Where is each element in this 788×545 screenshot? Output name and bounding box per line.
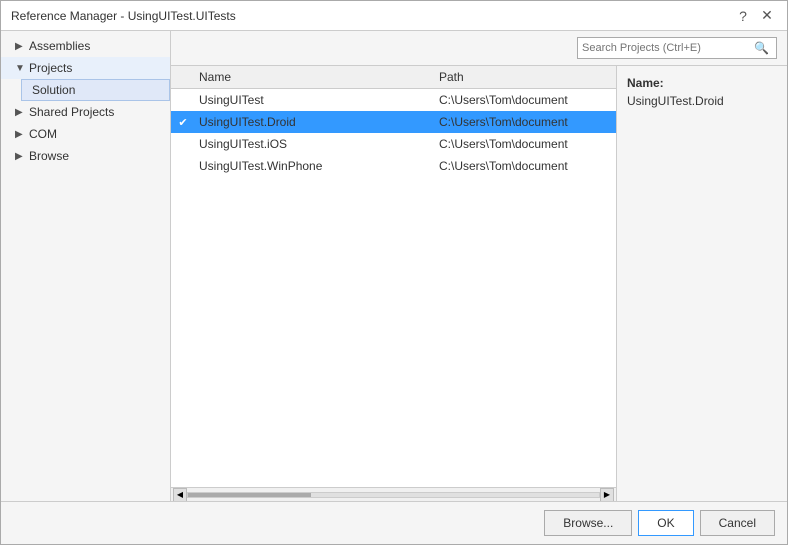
row-name-2: UsingUITest.iOS bbox=[195, 137, 435, 151]
row-name-0: UsingUITest bbox=[195, 93, 435, 107]
title-buttons: ? ✕ bbox=[733, 6, 777, 26]
sidebar-item-com[interactable]: ▶ COM bbox=[1, 123, 170, 145]
col-path-header: Path bbox=[435, 70, 616, 84]
close-button[interactable]: ✕ bbox=[757, 6, 777, 26]
name-detail-panel: Name: UsingUITest.Droid bbox=[617, 66, 787, 501]
shared-projects-arrow: ▶ bbox=[15, 107, 25, 118]
scroll-left-button[interactable]: ◀ bbox=[173, 488, 187, 502]
row-path-0: C:\Users\Tom\document bbox=[435, 93, 616, 107]
com-label: COM bbox=[29, 127, 57, 141]
row-path-1: C:\Users\Tom\document bbox=[435, 115, 616, 129]
ok-button[interactable]: OK bbox=[638, 510, 693, 536]
window-title: Reference Manager - UsingUITest.UITests bbox=[11, 9, 236, 23]
row-name-1: UsingUITest.Droid bbox=[195, 115, 435, 129]
row-check-1[interactable]: ✔ bbox=[171, 116, 195, 129]
main-grid: Name Path UsingUITest C:\Users\Tom\docum… bbox=[171, 66, 787, 501]
detail-label: Name: bbox=[627, 76, 777, 90]
scroll-right-button[interactable]: ▶ bbox=[600, 488, 614, 502]
sidebar-subitems-projects: Solution bbox=[1, 79, 170, 101]
search-icon-button[interactable]: 🔍 bbox=[752, 41, 771, 55]
col-name-header: Name bbox=[195, 70, 435, 84]
sidebar-item-browse[interactable]: ▶ Browse bbox=[1, 145, 170, 167]
sidebar-subitem-solution[interactable]: Solution bbox=[21, 79, 170, 101]
row-name-3: UsingUITest.WinPhone bbox=[195, 159, 435, 173]
row-path-2: C:\Users\Tom\document bbox=[435, 137, 616, 151]
table-row[interactable]: UsingUITest.WinPhone C:\Users\Tom\docume… bbox=[171, 155, 616, 177]
help-button[interactable]: ? bbox=[733, 6, 753, 26]
footer: Browse... OK Cancel bbox=[1, 501, 787, 544]
cancel-button[interactable]: Cancel bbox=[700, 510, 775, 536]
row-path-3: C:\Users\Tom\document bbox=[435, 159, 616, 173]
detail-value: UsingUITest.Droid bbox=[627, 94, 777, 108]
top-bar: 🔍 bbox=[171, 31, 787, 66]
projects-arrow: ▼ bbox=[15, 63, 25, 74]
search-icon: 🔍 bbox=[754, 41, 769, 55]
dialog-window: Reference Manager - UsingUITest.UITests … bbox=[0, 0, 788, 545]
search-box: 🔍 bbox=[577, 37, 777, 59]
scrollbar-thumb[interactable] bbox=[188, 493, 311, 497]
sidebar-item-projects[interactable]: ▼ Projects bbox=[1, 57, 170, 79]
com-arrow: ▶ bbox=[15, 129, 25, 140]
table-row[interactable]: ✔ UsingUITest.Droid C:\Users\Tom\documen… bbox=[171, 111, 616, 133]
assemblies-label: Assemblies bbox=[29, 39, 90, 53]
right-panel: 🔍 Name Path Us bbox=[171, 31, 787, 501]
scrollbar-track[interactable] bbox=[187, 492, 600, 498]
browse-button[interactable]: Browse... bbox=[544, 510, 632, 536]
projects-label: Projects bbox=[29, 61, 72, 75]
sidebar: ▶ Assemblies ▼ Projects Solution ▶ Share… bbox=[1, 31, 171, 501]
search-input[interactable] bbox=[582, 42, 752, 54]
table-row[interactable]: UsingUITest.iOS C:\Users\Tom\document bbox=[171, 133, 616, 155]
horizontal-scrollbar: ◀ ▶ bbox=[171, 487, 616, 501]
table-row[interactable]: UsingUITest C:\Users\Tom\document bbox=[171, 89, 616, 111]
browse-arrow: ▶ bbox=[15, 151, 25, 162]
assemblies-arrow: ▶ bbox=[15, 41, 25, 52]
project-list-area: Name Path UsingUITest C:\Users\Tom\docum… bbox=[171, 66, 617, 501]
table-body: UsingUITest C:\Users\Tom\document ✔ Usin… bbox=[171, 89, 616, 487]
browse-label: Browse bbox=[29, 149, 69, 163]
shared-projects-label: Shared Projects bbox=[29, 105, 114, 119]
sidebar-item-assemblies[interactable]: ▶ Assemblies bbox=[1, 35, 170, 57]
col-check-header bbox=[171, 70, 195, 84]
content-area: ▶ Assemblies ▼ Projects Solution ▶ Share… bbox=[1, 31, 787, 501]
table-header: Name Path bbox=[171, 66, 616, 89]
sidebar-item-shared-projects[interactable]: ▶ Shared Projects bbox=[1, 101, 170, 123]
title-bar: Reference Manager - UsingUITest.UITests … bbox=[1, 1, 787, 31]
